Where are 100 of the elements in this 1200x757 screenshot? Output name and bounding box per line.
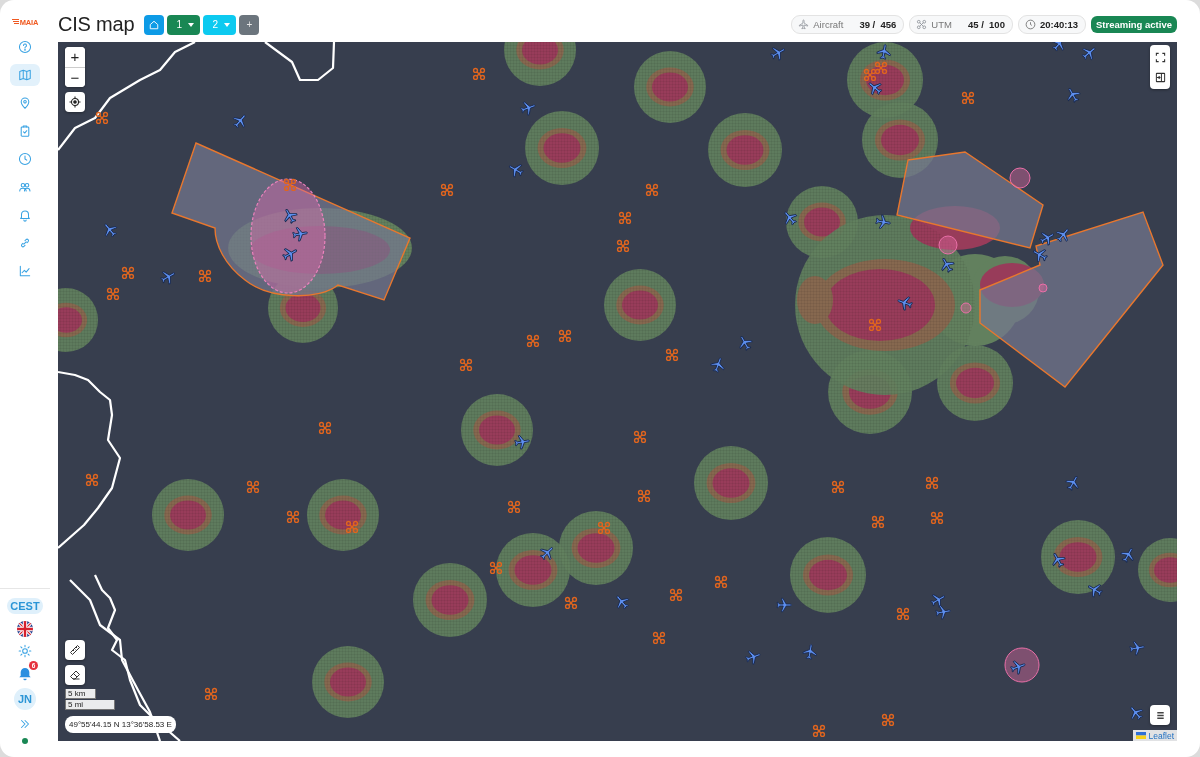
airplane-icon[interactable] xyxy=(1065,475,1079,491)
heat-zone xyxy=(307,479,379,551)
heat-zone xyxy=(58,288,98,352)
airplane-icon[interactable] xyxy=(1067,87,1081,103)
map-icon xyxy=(18,68,32,82)
chart-icon xyxy=(18,264,32,278)
status-dot-icon xyxy=(22,738,28,744)
bell-icon[interactable] xyxy=(17,665,33,681)
airplane-icon[interactable] xyxy=(284,208,298,224)
logo-stripes-icon xyxy=(11,19,19,25)
airplane-icon[interactable] xyxy=(232,114,246,129)
circular-zone xyxy=(960,302,972,314)
scale-bar: 5 km xyxy=(65,689,96,699)
airplane-icon[interactable] xyxy=(1087,584,1103,598)
airplane-icon[interactable] xyxy=(941,257,955,273)
airplane-icon[interactable] xyxy=(1051,42,1065,52)
airplane-icon[interactable] xyxy=(160,271,176,285)
heat-zone xyxy=(461,394,533,466)
circular-zone xyxy=(1038,283,1048,293)
sun-icon[interactable] xyxy=(18,644,32,658)
border-line xyxy=(264,42,336,82)
caret-icon xyxy=(188,22,195,27)
airplane-icon[interactable] xyxy=(1081,47,1096,61)
stat-label: UTM xyxy=(931,19,952,30)
airplane-icon[interactable] xyxy=(770,47,786,61)
stat-label: Aircraft xyxy=(813,19,844,30)
heat-zone xyxy=(1138,538,1177,602)
eraser-icon xyxy=(69,669,81,681)
heat-zone xyxy=(312,646,384,718)
airplane-icon xyxy=(798,19,810,30)
stat-value: 39 / 456 xyxy=(859,19,897,30)
add-button[interactable]: + xyxy=(239,14,260,35)
airplane-icon[interactable] xyxy=(1052,552,1066,568)
user-avatar[interactable]: JN xyxy=(14,688,36,710)
airplane-icon[interactable] xyxy=(802,644,817,660)
layout-button[interactable]: 1 xyxy=(167,14,201,35)
flag-icon xyxy=(1136,732,1147,739)
home-icon xyxy=(149,19,160,30)
circular-zone xyxy=(1009,167,1031,189)
menu-icon xyxy=(1154,709,1166,721)
sidebar-item[interactable] xyxy=(10,64,40,86)
circular-zone xyxy=(1004,647,1040,683)
caret-icon xyxy=(224,22,231,27)
clock-time: 20:40:13 xyxy=(1039,19,1078,30)
airplane-icon[interactable] xyxy=(1010,660,1026,675)
home-button[interactable] xyxy=(144,14,165,35)
timezone-badge[interactable]: CEST xyxy=(7,598,43,614)
airplane-icon[interactable] xyxy=(739,335,753,351)
page-title: CIS map xyxy=(58,13,135,36)
heat-zone xyxy=(634,51,706,123)
layers-button[interactable] xyxy=(1150,705,1170,725)
location-pin-icon xyxy=(18,96,32,110)
zoom-in-button[interactable]: + xyxy=(65,47,85,67)
airplane-icon[interactable] xyxy=(539,547,553,561)
airplane-icon[interactable] xyxy=(292,227,308,242)
airplane-icon[interactable] xyxy=(784,211,798,226)
drone-icon xyxy=(916,19,928,30)
airplane-icon[interactable] xyxy=(1039,232,1055,246)
heat-zone xyxy=(604,269,676,341)
status-badge: Streaming active xyxy=(1090,16,1177,33)
airplane-icon[interactable] xyxy=(876,44,891,60)
airplane-icon[interactable] xyxy=(1130,706,1144,721)
link-icon xyxy=(18,236,32,250)
airplane-icon[interactable] xyxy=(745,650,761,665)
airplane-icon[interactable] xyxy=(930,594,946,608)
airplane-icon[interactable] xyxy=(776,597,792,613)
airplane-icon[interactable] xyxy=(520,101,536,116)
coordinates-label: 49°55'44.15 N 13°36'58.53 E xyxy=(65,716,176,733)
measure-button[interactable] xyxy=(65,640,85,660)
airplane-icon[interactable] xyxy=(875,214,891,229)
airplane-icon[interactable] xyxy=(104,223,118,238)
fullscreen-icon xyxy=(1154,51,1166,63)
double-chevron-icon[interactable] xyxy=(18,717,32,731)
attribution-link[interactable]: Leaflet xyxy=(1148,730,1174,741)
ruler-icon xyxy=(69,644,81,656)
clipboard-icon xyxy=(18,124,32,138)
airplane-icon[interactable] xyxy=(710,357,725,373)
panel-icon xyxy=(1154,71,1166,83)
airplane-icon[interactable] xyxy=(1055,228,1069,243)
eraser-button[interactable] xyxy=(65,665,85,685)
heat-zone xyxy=(152,479,224,551)
airplane-icon[interactable] xyxy=(514,435,530,450)
drone-icon[interactable] xyxy=(95,111,109,125)
airplane-icon[interactable] xyxy=(1120,547,1134,563)
stat-value: 45 / 100 xyxy=(967,19,1005,30)
airplane-icon[interactable] xyxy=(1032,249,1048,263)
airplane-icon[interactable] xyxy=(1129,641,1145,656)
airplane-icon[interactable] xyxy=(868,82,883,96)
locate-button[interactable] xyxy=(65,92,85,112)
crosshair-icon xyxy=(69,96,81,108)
circular-zone xyxy=(938,235,958,255)
zoom-out-button[interactable]: − xyxy=(65,67,85,87)
clock-icon xyxy=(18,152,32,166)
flag-icon[interactable] xyxy=(17,621,33,637)
airplane-icon[interactable] xyxy=(616,595,630,610)
airplane-icon[interactable] xyxy=(935,605,951,620)
airplane-icon[interactable] xyxy=(508,164,524,178)
airplane-icon[interactable] xyxy=(897,296,913,311)
users-icon xyxy=(18,180,32,194)
airplane-icon[interactable] xyxy=(282,248,298,262)
